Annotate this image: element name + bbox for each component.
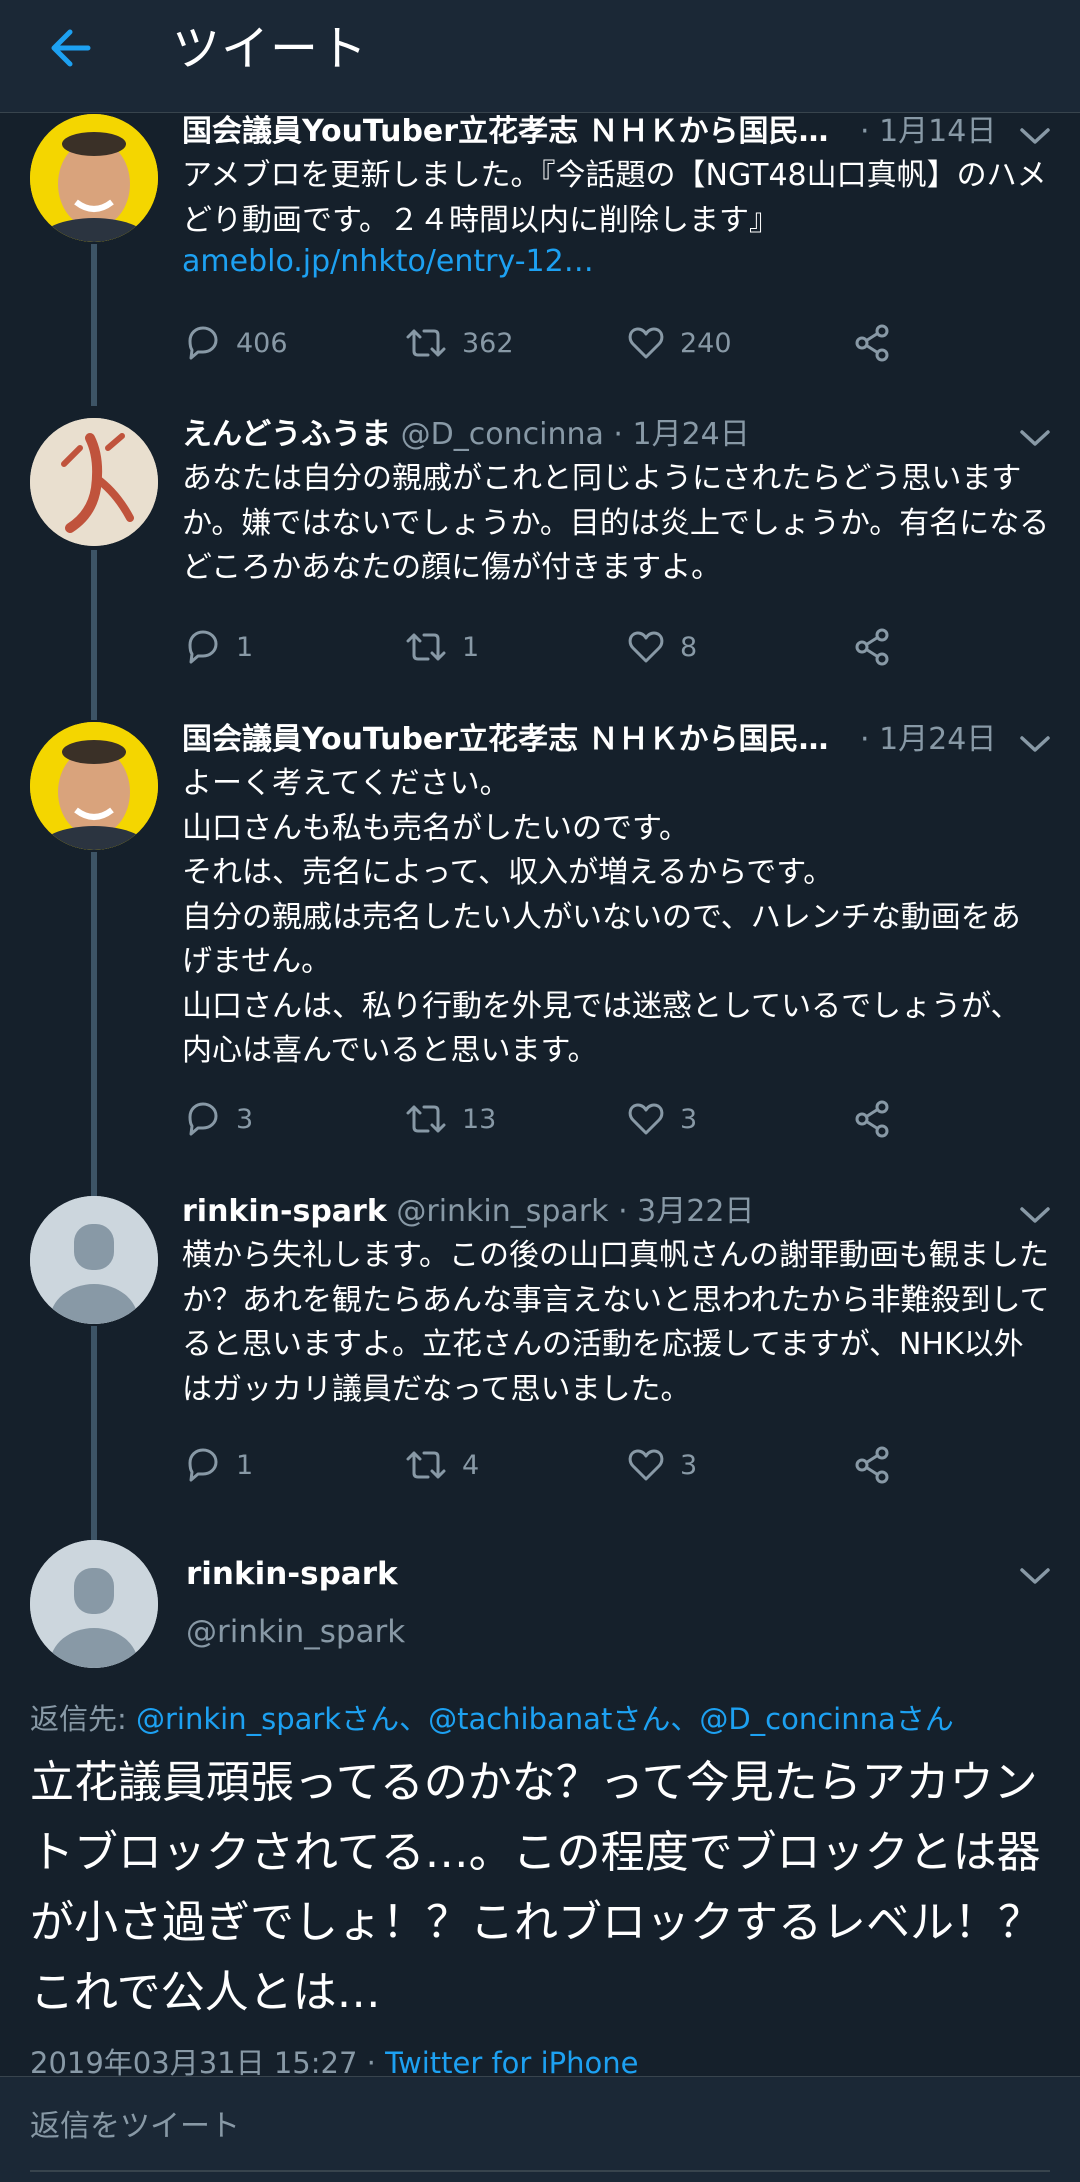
tweet-header: えんどうふうま @D_concinna · 1月24日 xyxy=(182,415,980,455)
reply-count: 1 xyxy=(236,631,254,663)
tweet-date: · 1月24日 xyxy=(613,417,750,452)
like-button[interactable]: 240 xyxy=(626,318,732,368)
tweet-date: · 3月22日 xyxy=(618,1194,755,1229)
like-button[interactable]: 8 xyxy=(626,622,697,672)
share-button[interactable] xyxy=(852,318,908,368)
author-name[interactable]: 国会議員YouTuber立花孝志 ＮＨＫから国民… xyxy=(182,114,829,149)
tweet-text: アメブロを更新しました。『今話題の【NGT48山口真帆】のハメどり動画です。２４… xyxy=(182,158,1047,238)
retweet-count: 362 xyxy=(462,327,514,359)
reply-input[interactable]: 返信をツイート xyxy=(30,2101,240,2145)
thread-line xyxy=(91,852,97,1197)
retweet-icon xyxy=(406,1105,446,1133)
reply-button[interactable]: 1 xyxy=(182,622,253,672)
tweet-link[interactable]: ameblo.jp/nhkto/entry-12… xyxy=(182,240,1050,285)
share-button[interactable] xyxy=(852,622,908,672)
avatar[interactable] xyxy=(30,418,158,546)
retweet-button[interactable]: 1 xyxy=(404,622,479,672)
timestamp: 2019年03月31日 15:27 · xyxy=(30,2046,386,2080)
author-handle: @D_concinna xyxy=(400,417,604,452)
page-title: ツイート xyxy=(172,21,369,77)
reply-icon xyxy=(188,630,218,664)
author-name[interactable]: rinkin-spark xyxy=(182,1194,387,1229)
share-icon xyxy=(855,324,889,362)
back-arrow-icon[interactable] xyxy=(42,22,94,74)
like-count: 3 xyxy=(680,1103,698,1135)
author-handle: @rinkin_spark xyxy=(396,1194,609,1229)
reply-count: 3 xyxy=(236,1103,254,1135)
reply-bar: 返信をツイート xyxy=(0,2076,1080,2182)
reply-divider xyxy=(30,2170,1050,2172)
author-handle[interactable]: @rinkin_spark xyxy=(186,1614,405,1650)
avatar[interactable] xyxy=(30,1540,158,1668)
heart-icon xyxy=(628,1103,664,1135)
chevron-down-icon[interactable] xyxy=(1018,426,1052,450)
thread-line xyxy=(91,1326,97,1542)
share-button[interactable] xyxy=(852,1094,908,1144)
avatar[interactable] xyxy=(30,1196,158,1324)
retweet-icon xyxy=(406,329,446,357)
top-app-bar: ツイート xyxy=(0,0,1080,113)
reply-button[interactable]: 3 xyxy=(182,1094,253,1144)
reply-to-mentions[interactable]: @rinkin_sparkさん、@tachibanatさん、@D_concinn… xyxy=(136,1702,954,1736)
reply-count: 406 xyxy=(236,327,288,359)
retweet-button[interactable]: 362 xyxy=(404,318,514,368)
retweet-button[interactable]: 4 xyxy=(404,1440,479,1490)
share-icon xyxy=(855,1100,889,1138)
reply-count: 1 xyxy=(236,1449,254,1481)
tweet-actions: 406 362 240 xyxy=(182,318,922,368)
chevron-down-icon[interactable] xyxy=(1018,124,1052,148)
chevron-down-icon[interactable] xyxy=(1018,1564,1052,1588)
tweet-header: rinkin-spark @rinkin_spark · 3月22日 xyxy=(182,1192,980,1232)
share-icon xyxy=(855,628,889,666)
share-button[interactable] xyxy=(852,1440,908,1490)
tweet-text: 横から失礼します。この後の山口真帆さんの謝罪動画も観ましたか？あれを観たらあんな… xyxy=(182,1238,1050,1407)
heart-icon xyxy=(628,1449,664,1481)
author-name[interactable]: rinkin-spark xyxy=(186,1556,398,1592)
chevron-down-icon[interactable] xyxy=(1018,732,1052,756)
reply-button[interactable]: 1 xyxy=(182,1440,253,1490)
heart-icon xyxy=(628,631,664,663)
retweet-icon xyxy=(406,1451,446,1479)
like-count: 240 xyxy=(680,327,732,359)
retweet-count: 4 xyxy=(462,1449,480,1481)
like-count: 3 xyxy=(680,1449,698,1481)
tweet-actions: 1 1 8 xyxy=(182,622,922,672)
tweet-actions: 1 4 3 xyxy=(182,1440,922,1490)
author-name[interactable]: えんどうふうま xyxy=(182,417,391,452)
retweet-count: 1 xyxy=(462,631,480,663)
author-name[interactable]: 国会議員YouTuber立花孝志 ＮＨＫから国民… xyxy=(182,722,829,757)
retweet-icon xyxy=(406,633,446,661)
reply-button[interactable]: 406 xyxy=(182,318,288,368)
share-icon xyxy=(855,1446,889,1484)
chevron-down-icon[interactable] xyxy=(1018,1203,1052,1227)
heart-icon xyxy=(628,327,664,359)
like-button[interactable]: 3 xyxy=(626,1094,697,1144)
thread-line xyxy=(91,550,97,720)
reply-to-label: 返信先: xyxy=(30,1702,136,1736)
tweet-date: · 1月14日 xyxy=(860,114,997,149)
reply-to-line: 返信先: @rinkin_sparkさん、@tachibanatさん、@D_co… xyxy=(30,1696,954,1738)
reply-icon xyxy=(188,1102,218,1136)
like-count: 8 xyxy=(680,631,698,663)
avatar[interactable] xyxy=(30,722,158,850)
reply-icon xyxy=(188,326,218,360)
avatar[interactable] xyxy=(30,114,158,242)
retweet-button[interactable]: 13 xyxy=(404,1094,496,1144)
tweet-text: よーく考えてください。 山口さんも私も売名がしたいのです。 それは、売名によって… xyxy=(182,766,1021,1068)
like-button[interactable]: 3 xyxy=(626,1440,697,1490)
reply-icon xyxy=(188,1448,218,1482)
tweet-date: · 1月24日 xyxy=(860,722,997,757)
thread-line xyxy=(91,244,97,406)
tweet-text: 立花議員頑張ってるのかな？って今見たらアカウントブロックされてる…。この程度でブ… xyxy=(30,1757,1042,2018)
tweet-text: あなたは自分の親戚がこれと同じようにされたらどう思いますか。嫌ではないでしょうか… xyxy=(182,461,1050,585)
retweet-count: 13 xyxy=(462,1103,497,1135)
tweet-source[interactable]: Twitter for iPhone xyxy=(385,2046,638,2080)
tweet-actions: 3 13 3 xyxy=(182,1094,922,1144)
